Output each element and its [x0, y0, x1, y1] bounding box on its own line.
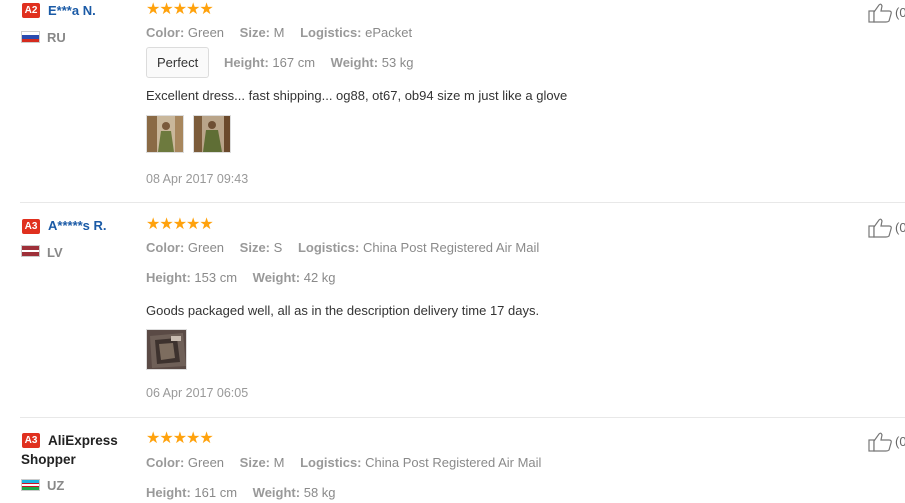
- color-label: Color:: [146, 240, 185, 255]
- buyer-level-badge: A2: [22, 3, 40, 18]
- fit-tag: Perfect: [146, 47, 210, 78]
- color-label: Color:: [146, 25, 185, 40]
- size-value: S: [273, 240, 283, 255]
- body-measurements: Height: 153 cm Weight: 42 kg: [146, 270, 336, 285]
- weight-value: 53 kg: [381, 55, 414, 70]
- reviewer-name[interactable]: E***a N.: [48, 3, 96, 18]
- helpful-count: (0: [895, 434, 905, 449]
- reviewer-country: RU: [47, 30, 66, 45]
- purchase-attributes: Color: Green Size: S Logistics: China Po…: [146, 240, 539, 255]
- reviewer-name[interactable]: AliExpress Shopper: [21, 431, 131, 469]
- thumbs-up-icon: [868, 3, 892, 23]
- review-item: A3 AliExpress Shopper UZ ★★★★★ Color: Gr…: [0, 418, 905, 503]
- height-value: 153 cm: [194, 270, 238, 285]
- review-photo-thumbnail[interactable]: [146, 329, 187, 370]
- purchase-attributes: Color: Green Size: M Logistics: ePacket: [146, 25, 412, 40]
- rating-stars: ★★★★★: [146, 430, 214, 447]
- logistics-label: Logistics:: [300, 25, 362, 40]
- reviewer-country: UZ: [47, 478, 65, 493]
- size-value: M: [273, 455, 285, 470]
- height-value: 161 cm: [194, 485, 238, 500]
- logistics-label: Logistics:: [297, 240, 360, 255]
- weight-value: 42 kg: [303, 270, 336, 285]
- weight-label: Weight:: [252, 270, 301, 285]
- body-measurements: Height: 161 cm Weight: 58 kg: [146, 485, 336, 500]
- helpful-button[interactable]: (0: [868, 218, 905, 238]
- logistics-value: ePacket: [365, 25, 413, 40]
- russia-flag-icon: [21, 31, 40, 43]
- review-item: A3 A*****s R. LV ★★★★★ Color: Green Size…: [0, 203, 905, 417]
- height-label: Height:: [224, 55, 269, 70]
- helpful-count: (0: [895, 5, 905, 20]
- helpful-count: (0: [895, 220, 905, 235]
- height-label: Height:: [146, 270, 191, 285]
- color-value: Green: [187, 25, 225, 40]
- logistics-value: China Post Registered Air Mail: [362, 240, 540, 255]
- reviewer-name[interactable]: A*****s R.: [48, 218, 107, 233]
- weight-value: 58 kg: [303, 485, 336, 500]
- review-date: 06 Apr 2017 06:05: [146, 386, 249, 400]
- weight-label: Weight:: [252, 485, 301, 500]
- review-text: Excellent dress... fast shipping... og88…: [146, 88, 568, 103]
- size-label: Size:: [239, 455, 271, 470]
- review-photo-thumbnail[interactable]: [146, 115, 184, 153]
- review-photo-thumbnail[interactable]: [193, 115, 231, 153]
- review-text: Goods packaged well, all as in the descr…: [146, 303, 540, 318]
- height-label: Height:: [146, 485, 191, 500]
- thumbs-up-icon: [868, 218, 892, 238]
- size-value: M: [273, 25, 285, 40]
- logistics-value: China Post Registered Air Mail: [365, 455, 542, 470]
- latvia-flag-icon: [21, 245, 40, 257]
- color-value: Green: [187, 240, 225, 255]
- color-label: Color:: [146, 455, 185, 470]
- uzbekistan-flag-icon: [21, 479, 40, 491]
- body-measurements: Height: 167 cm Weight: 53 kg: [224, 55, 414, 70]
- helpful-button[interactable]: (0: [868, 3, 905, 23]
- logistics-label: Logistics:: [300, 455, 362, 470]
- rating-stars: ★★★★★: [146, 1, 214, 18]
- review-date: 08 Apr 2017 09:43: [146, 172, 249, 186]
- size-label: Size:: [239, 240, 271, 255]
- review-item: A2 E***a N. RU ★★★★★ Color: Green Size: …: [0, 0, 905, 202]
- helpful-button[interactable]: (0: [868, 432, 905, 452]
- color-value: Green: [187, 455, 225, 470]
- rating-stars: ★★★★★: [146, 216, 214, 233]
- thumbs-up-icon: [868, 432, 892, 452]
- reviewer-country: LV: [47, 245, 63, 260]
- weight-label: Weight:: [330, 55, 379, 70]
- buyer-level-badge: A3: [22, 219, 40, 234]
- purchase-attributes: Color: Green Size: M Logistics: China Po…: [146, 455, 541, 470]
- size-label: Size:: [239, 25, 271, 40]
- height-value: 167 cm: [272, 55, 316, 70]
